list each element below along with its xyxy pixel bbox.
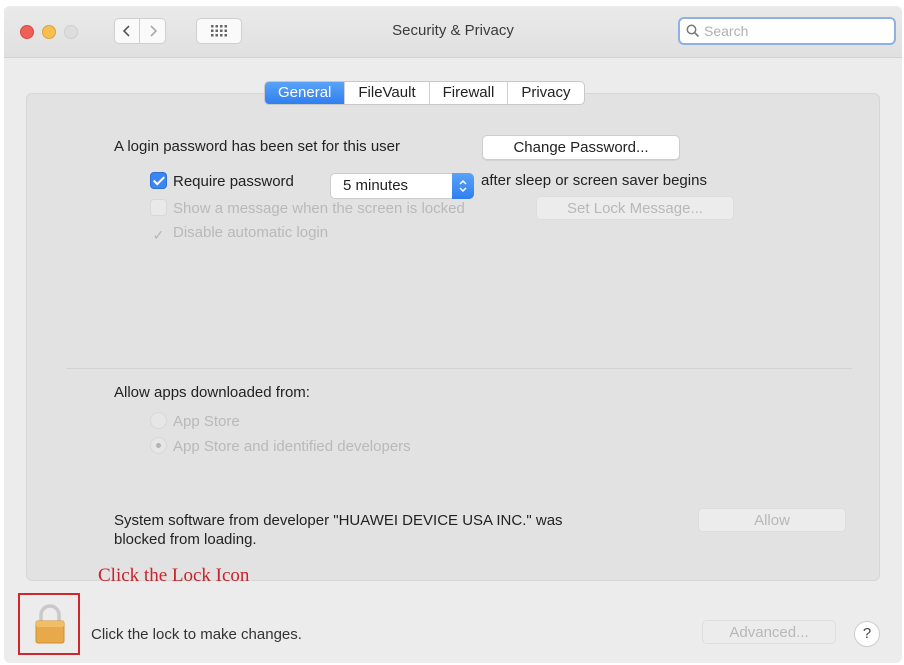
annotation-text: Click the Lock Icon (98, 565, 250, 586)
disable-autologin-checkbox[interactable]: ✓ (150, 227, 167, 244)
after-sleep-text: after sleep or screen saver begins (481, 172, 707, 189)
app-store-radio[interactable] (150, 412, 167, 429)
app-store-label: App Store (173, 413, 240, 430)
require-password-delay-select[interactable]: 5 minutes (330, 173, 474, 199)
require-password-delay-value: 5 minutes (343, 177, 409, 194)
show-message-checkbox[interactable] (150, 199, 167, 216)
search-icon (686, 24, 700, 38)
help-button[interactable]: ? (854, 621, 880, 647)
set-lock-message-button[interactable]: Set Lock Message... (536, 196, 734, 220)
blocked-software-line2: blocked from loading. (114, 531, 257, 548)
require-password-label: Require password (173, 173, 294, 190)
require-password-checkbox[interactable] (150, 172, 167, 189)
advanced-button[interactable]: Advanced... (702, 620, 836, 644)
identified-developers-option: App Store and identified developers (150, 437, 411, 455)
login-password-text: A login password has been set for this u… (114, 138, 400, 155)
lock-message: Click the lock to make changes. (91, 626, 302, 643)
allow-button[interactable]: Allow (698, 508, 846, 532)
change-password-button[interactable]: Change Password... (482, 135, 680, 160)
lock-icon (35, 604, 65, 644)
disable-autologin-row: ✓ Disable automatic login (150, 224, 328, 244)
app-store-option: App Store (150, 412, 240, 430)
updown-chevron-icon (452, 173, 474, 199)
tab-bar: General FileVault Firewall Privacy (264, 81, 585, 105)
require-password-row: Require password (150, 172, 294, 190)
tab-general[interactable]: General (265, 82, 346, 104)
tab-privacy[interactable]: Privacy (508, 82, 583, 104)
blocked-software-line1: System software from developer "HUAWEI D… (114, 512, 563, 529)
allow-apps-heading: Allow apps downloaded from: (114, 384, 310, 401)
identified-developers-label: App Store and identified developers (173, 438, 411, 455)
tab-firewall[interactable]: Firewall (430, 82, 509, 104)
lock-button[interactable] (18, 593, 80, 655)
search-field[interactable] (678, 17, 896, 45)
search-input[interactable] (704, 23, 884, 39)
disable-autologin-label: Disable automatic login (173, 224, 329, 241)
section-divider (66, 368, 852, 369)
show-message-label: Show a message when the screen is locked (173, 200, 465, 217)
identified-developers-radio[interactable] (150, 437, 167, 454)
tab-filevault[interactable]: FileVault (345, 82, 430, 104)
show-message-row: Show a message when the screen is locked (150, 199, 465, 217)
title-bar: Security & Privacy (4, 6, 902, 58)
